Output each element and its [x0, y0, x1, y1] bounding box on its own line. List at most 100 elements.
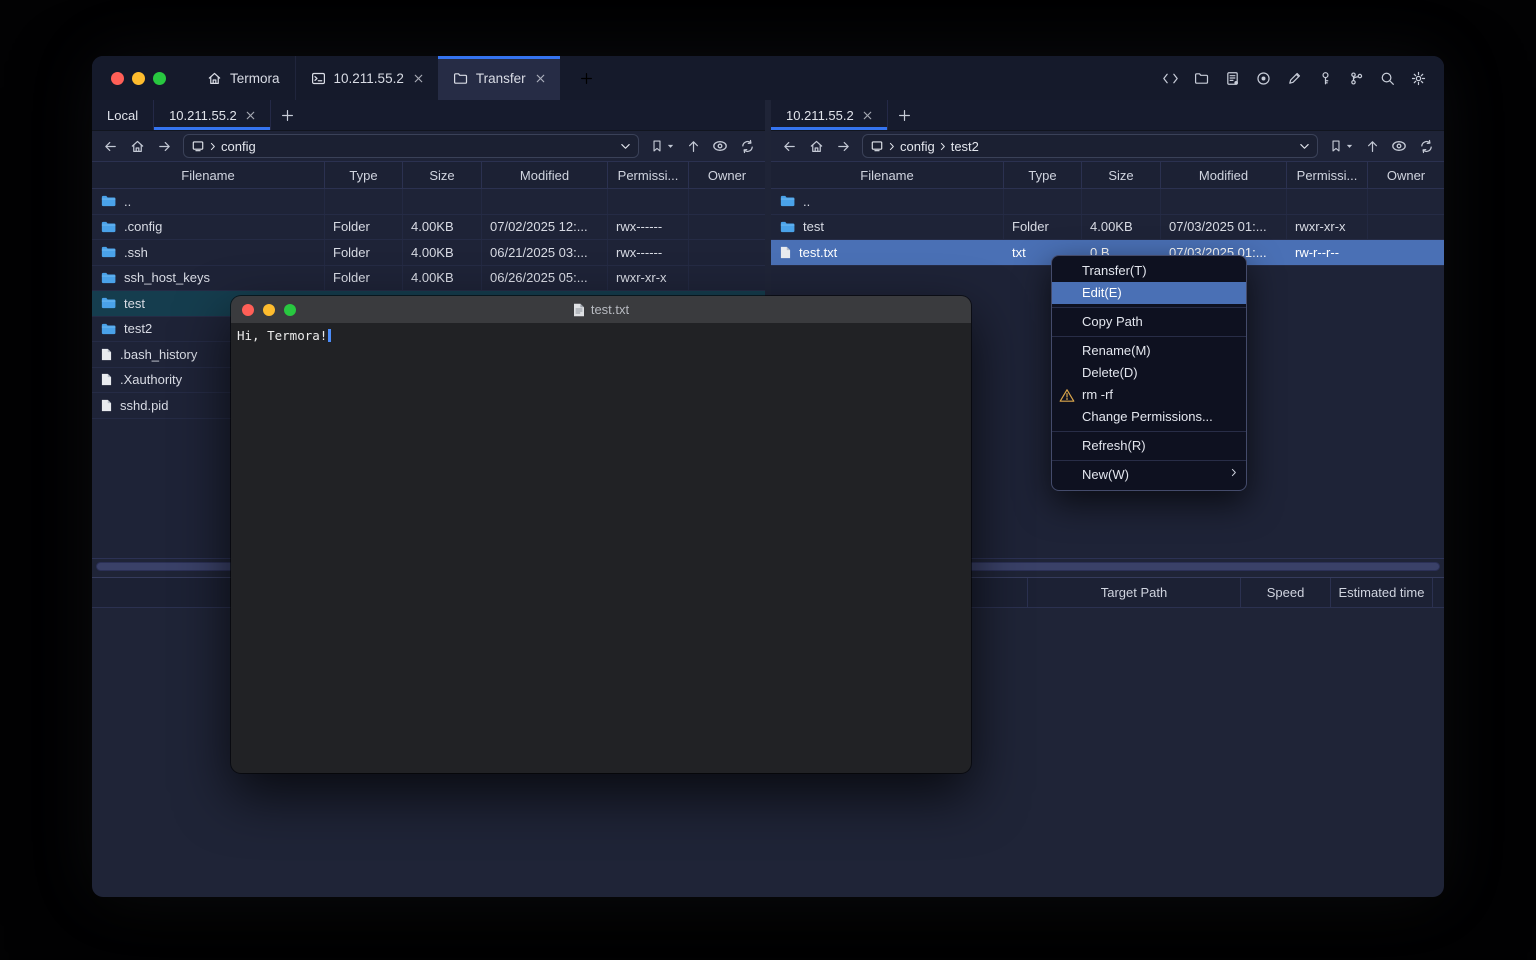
key-icon[interactable] — [1317, 70, 1334, 87]
path-dropdown-icon[interactable] — [1299, 143, 1310, 150]
left-table-header: FilenameTypeSizeModifiedPermissi...Owner — [92, 161, 765, 189]
left-forward-button[interactable] — [156, 138, 172, 154]
column-header-permissi[interactable]: Permissi... — [608, 162, 689, 188]
file-owner-cell — [689, 240, 765, 265]
new-window-tab-button[interactable] — [575, 67, 598, 90]
editor-close-button[interactable] — [242, 304, 254, 316]
right-home-button[interactable] — [808, 138, 824, 154]
search-icon[interactable] — [1379, 70, 1396, 87]
left-refresh-button[interactable] — [739, 138, 755, 154]
folder-icon — [780, 195, 795, 207]
panel-tab-label: Local — [107, 108, 138, 123]
folder-icon — [101, 272, 116, 284]
code-icon[interactable] — [1162, 70, 1179, 87]
window-tab-10-211-55-2[interactable]: 10.211.55.2 — [295, 56, 438, 100]
file-row-[interactable]: .. — [92, 189, 765, 215]
transfer-column-target-path[interactable]: Target Path — [1027, 578, 1240, 607]
text-file-icon — [573, 303, 585, 317]
right-parent-directory-button[interactable] — [1364, 138, 1380, 154]
editor-minimize-button[interactable] — [263, 304, 275, 316]
right-show-hidden-files-button[interactable] — [1391, 138, 1407, 154]
menu-item-refresh[interactable]: Refresh(R) — [1052, 435, 1246, 457]
menu-item-label: Refresh(R) — [1082, 438, 1146, 453]
menu-separator — [1052, 460, 1246, 461]
transfer-column-speed[interactable]: Speed — [1240, 578, 1330, 607]
right-back-button[interactable] — [781, 138, 797, 154]
new-left-panel-tab-button[interactable] — [271, 100, 305, 130]
record-icon[interactable] — [1255, 70, 1272, 87]
column-header-type[interactable]: Type — [1004, 162, 1082, 188]
pencil-icon[interactable] — [1286, 70, 1303, 87]
right-panel-tab-10-211-55-2[interactable]: 10.211.55.2 — [771, 100, 888, 130]
file-row-config[interactable]: .configFolder4.00KB07/02/2025 12:...rwx-… — [92, 215, 765, 241]
menu-item-rm-rf[interactable]: rm -rf — [1052, 384, 1246, 406]
left-show-hidden-files-button[interactable] — [712, 138, 728, 154]
right-path-input[interactable]: config test2 — [862, 134, 1318, 158]
window-tab-termora[interactable]: Termora — [192, 56, 295, 100]
column-header-modified[interactable]: Modified — [482, 162, 608, 188]
column-header-size[interactable]: Size — [1082, 162, 1161, 188]
minimize-window-button[interactable] — [132, 72, 145, 85]
menu-item-rename[interactable]: Rename(M) — [1052, 340, 1246, 362]
left-bookmark-button[interactable] — [650, 139, 674, 153]
file-row-ssh[interactable]: .sshFolder4.00KB06/21/2025 03:...rwx----… — [92, 240, 765, 266]
file-type-cell — [325, 189, 403, 214]
file-permissions-cell — [1287, 189, 1368, 214]
zoom-window-button[interactable] — [153, 72, 166, 85]
path-segment-config[interactable]: config — [900, 139, 935, 154]
path-segment-config[interactable]: config — [221, 139, 256, 154]
gear-icon[interactable] — [1410, 70, 1427, 87]
column-header-filename[interactable]: Filename — [92, 162, 325, 188]
right-refresh-button[interactable] — [1418, 138, 1434, 154]
left-home-button[interactable] — [129, 138, 145, 154]
menu-item-edit[interactable]: Edit(E) — [1052, 282, 1246, 304]
left-panel-tab-10-211-55-2[interactable]: 10.211.55.2 — [154, 100, 271, 130]
editor-zoom-button[interactable] — [284, 304, 296, 316]
file-row-test[interactable]: testFolder4.00KB07/03/2025 01:...rwxr-xr… — [771, 215, 1444, 241]
close-window-button[interactable] — [111, 72, 124, 85]
column-header-owner[interactable]: Owner — [1368, 162, 1444, 188]
file-type-cell: Folder — [325, 266, 403, 291]
window-tab-transfer[interactable]: Transfer — [438, 56, 560, 100]
menu-item-change-permissions[interactable]: Change Permissions... — [1052, 406, 1246, 428]
menu-item-new[interactable]: New(W) — [1052, 464, 1246, 486]
file-row-[interactable]: .. — [771, 189, 1444, 215]
close-tab-icon[interactable] — [414, 74, 423, 83]
path-segment-test2[interactable]: test2 — [951, 139, 979, 154]
column-header-type[interactable]: Type — [325, 162, 403, 188]
column-header-size[interactable]: Size — [403, 162, 482, 188]
column-header-permissi[interactable]: Permissi... — [1287, 162, 1368, 188]
file-modified-cell: 07/03/2025 01:... — [1161, 215, 1287, 240]
transfer-column-partial — [1432, 578, 1444, 607]
menu-item-label: New(W) — [1082, 467, 1129, 482]
path-dropdown-icon[interactable] — [620, 143, 631, 150]
column-header-filename[interactable]: Filename — [771, 162, 1004, 188]
left-path-input[interactable]: config — [183, 134, 639, 158]
menu-item-transfer[interactable]: Transfer(T) — [1052, 260, 1246, 282]
close-tab-icon[interactable] — [536, 74, 545, 83]
log-icon[interactable] — [1224, 70, 1241, 87]
folder-icon — [101, 297, 116, 309]
file-name: .bash_history — [120, 347, 197, 362]
menu-separator — [1052, 336, 1246, 337]
new-right-panel-tab-button[interactable] — [888, 100, 922, 130]
transfer-column-estimated-time[interactable]: Estimated time — [1330, 578, 1432, 607]
close-tab-icon[interactable] — [863, 111, 872, 120]
keychain-icon[interactable] — [1348, 70, 1365, 87]
folder-icon[interactable] — [1193, 70, 1210, 87]
left-back-button[interactable] — [102, 138, 118, 154]
left-parent-directory-button[interactable] — [685, 138, 701, 154]
menu-item-delete[interactable]: Delete(D) — [1052, 362, 1246, 384]
right-forward-button[interactable] — [835, 138, 851, 154]
close-tab-icon[interactable] — [246, 111, 255, 120]
column-header-modified[interactable]: Modified — [1161, 162, 1287, 188]
file-name: .. — [803, 194, 810, 209]
text-cursor — [328, 329, 331, 342]
titlebar-toolbar — [1162, 56, 1444, 100]
file-row-ssh-host-keys[interactable]: ssh_host_keysFolder4.00KB06/26/2025 05:.… — [92, 266, 765, 292]
menu-item-copy-path[interactable]: Copy Path — [1052, 311, 1246, 333]
editor-content[interactable]: Hi, Termora! — [231, 323, 971, 349]
right-bookmark-button[interactable] — [1329, 139, 1353, 153]
column-header-owner[interactable]: Owner — [689, 162, 765, 188]
left-panel-tab-local[interactable]: Local — [92, 100, 154, 130]
